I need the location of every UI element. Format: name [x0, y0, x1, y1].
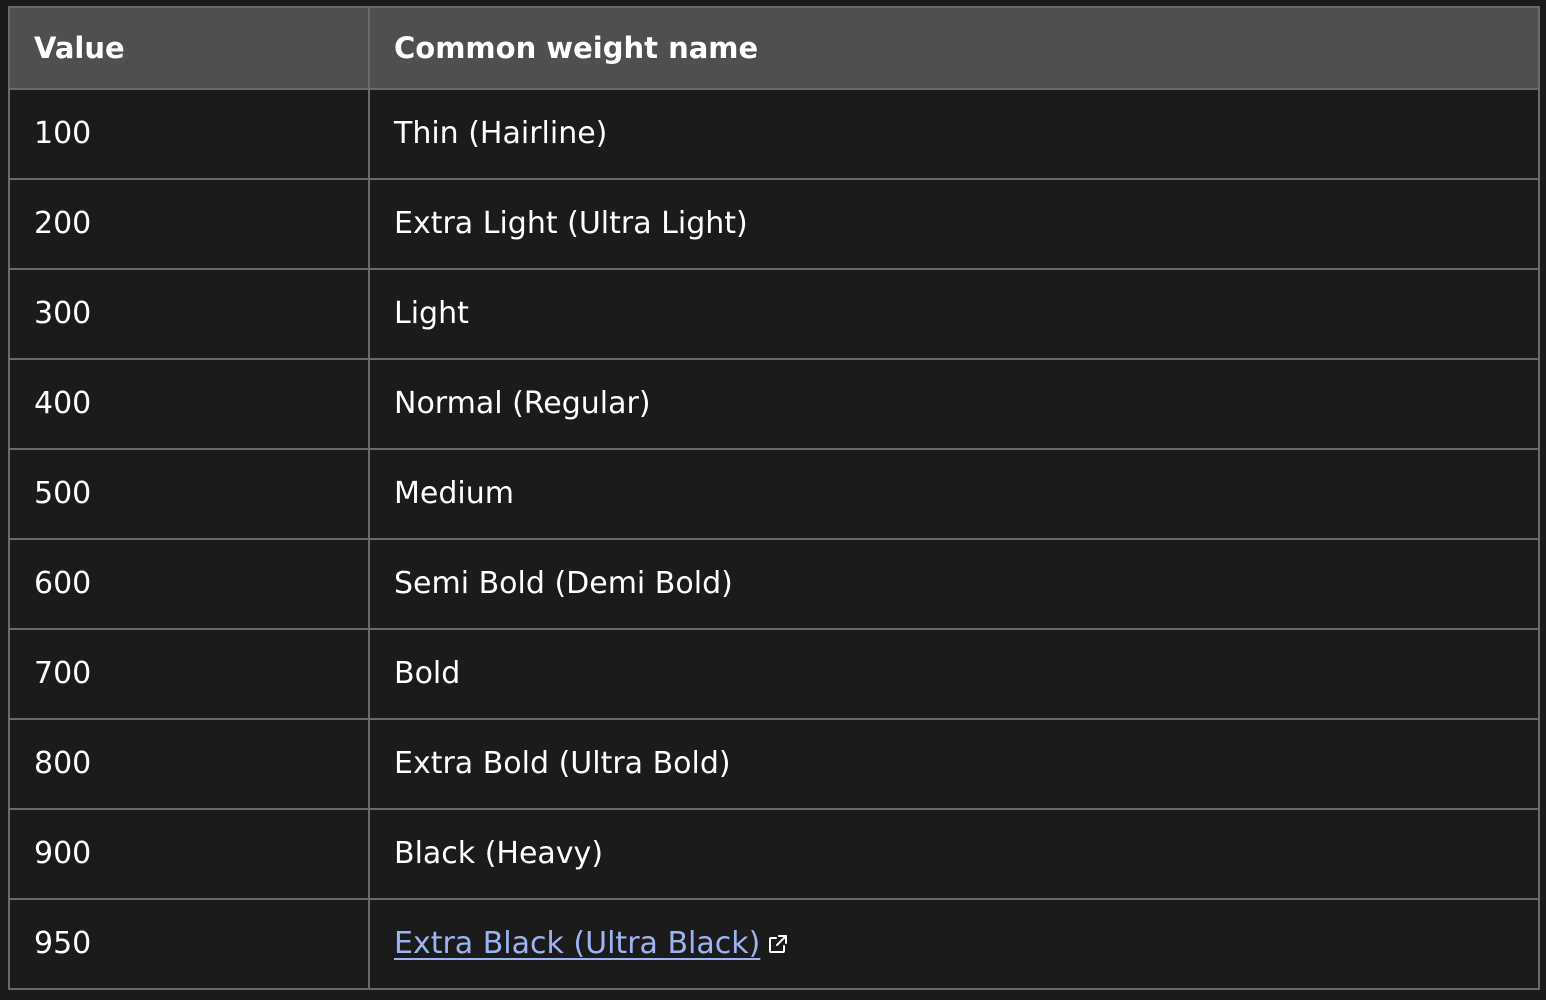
table-row: 900 Black (Heavy) — [8, 808, 1540, 900]
weight-name-cell: Normal (Regular) — [368, 358, 1540, 450]
weight-name-cell: Medium — [368, 448, 1540, 540]
value-cell: 700 — [8, 628, 370, 720]
table-row: 500 Medium — [8, 448, 1540, 540]
header-value: Value — [8, 6, 370, 90]
weight-name-cell: Extra Light (Ultra Light) — [368, 178, 1540, 270]
value-cell: 800 — [8, 718, 370, 810]
value-cell: 200 — [8, 178, 370, 270]
extra-black-link[interactable]: Extra Black (Ultra Black) — [394, 926, 760, 961]
value-cell: 600 — [8, 538, 370, 630]
table-row: 700 Bold — [8, 628, 1540, 720]
value-cell: 900 — [8, 808, 370, 900]
header-common-weight-name: Common weight name — [368, 6, 1540, 90]
weight-name-cell: Light — [368, 268, 1540, 360]
value-cell: 400 — [8, 358, 370, 450]
value-cell: 500 — [8, 448, 370, 540]
header-row: Value Common weight name — [8, 6, 1540, 90]
weight-name-cell: Black (Heavy) — [368, 808, 1540, 900]
weight-name-cell: Extra Bold (Ultra Bold) — [368, 718, 1540, 810]
table-row: 200 Extra Light (Ultra Light) — [8, 178, 1540, 270]
table-row: 800 Extra Bold (Ultra Bold) — [8, 718, 1540, 810]
weight-name-cell: Thin (Hairline) — [368, 88, 1540, 180]
external-link-icon[interactable] — [766, 932, 790, 956]
table-header: Value Common weight name — [8, 6, 1540, 90]
table-row: 100 Thin (Hairline) — [8, 88, 1540, 180]
table-row: 400 Normal (Regular) — [8, 358, 1540, 450]
table-row: 600 Semi Bold (Demi Bold) — [8, 538, 1540, 630]
table-body: 100 Thin (Hairline) 200 Extra Light (Ult… — [8, 88, 1540, 990]
value-cell: 300 — [8, 268, 370, 360]
font-weight-table: Value Common weight name 100 Thin (Hairl… — [8, 6, 1540, 990]
table-row: 950 Extra Black (Ultra Black) — [8, 898, 1540, 990]
weight-name-cell: Extra Black (Ultra Black) — [368, 898, 1540, 990]
weight-name-cell: Semi Bold (Demi Bold) — [368, 538, 1540, 630]
weight-name-cell: Bold — [368, 628, 1540, 720]
value-cell: 100 — [8, 88, 370, 180]
value-cell: 950 — [8, 898, 370, 990]
table-row: 300 Light — [8, 268, 1540, 360]
